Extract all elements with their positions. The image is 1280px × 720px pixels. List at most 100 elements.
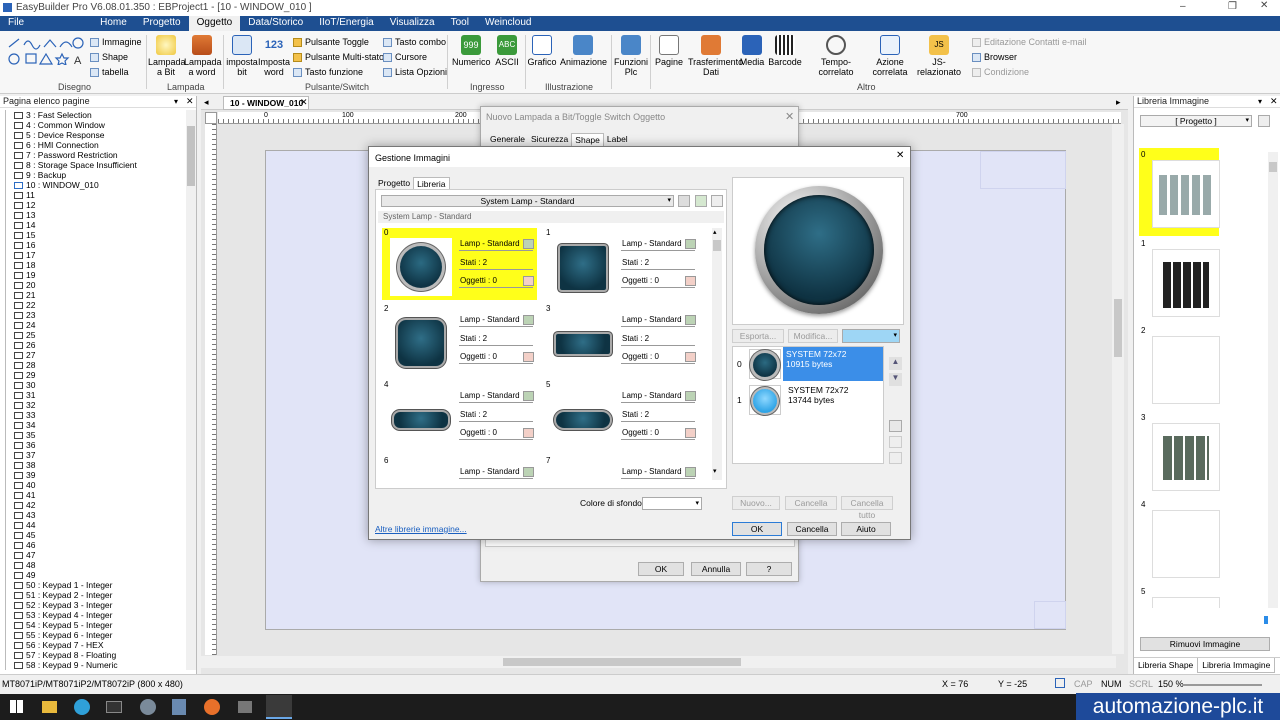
quick-access-toolbar[interactable] — [32, 16, 92, 31]
page-list-item[interactable]: 18 — [0, 260, 186, 270]
page-list-item[interactable]: 30 — [0, 380, 186, 390]
edge-icon[interactable] — [74, 699, 90, 715]
zoom-slider[interactable] — [1182, 684, 1262, 686]
state-row-0[interactable]: 0 SYSTEM 72x72 10915 bytes — [733, 347, 883, 381]
barcode-button[interactable]: Barcode — [768, 35, 802, 67]
thumb-size-slider[interactable] — [1264, 616, 1268, 624]
right-panel-close-icon[interactable]: ✕ — [1270, 96, 1278, 107]
minimize-icon[interactable]: – — [1180, 1, 1186, 12]
page-list-item[interactable]: 32 — [0, 400, 186, 410]
ascii-button[interactable]: ABC ASCII — [492, 35, 522, 67]
page-list-item[interactable]: 4 : Common Window — [0, 120, 186, 130]
grid-scrollbar[interactable]: ▴ ▾ — [712, 228, 722, 480]
page-list-item[interactable]: 3 : Fast Selection — [0, 110, 186, 120]
library-item[interactable]: 0 Lamp - Standard Stati : 2 Oggetti : 0 — [382, 228, 537, 300]
altre-librerie-link[interactable]: Altre librerie immagine... — [375, 524, 467, 534]
imposta-word-button[interactable]: 123 Imposta word — [258, 35, 290, 77]
modifica-button[interactable]: Modifica... — [788, 329, 838, 343]
menu-tool[interactable]: Tool — [443, 16, 477, 31]
object-dialog-help-button[interactable]: ? — [746, 562, 792, 576]
page-list-item[interactable]: 38 — [0, 460, 186, 470]
funzioni-plc-button[interactable]: Funzioni Plc — [614, 35, 648, 77]
shape-button[interactable]: Shape — [90, 52, 128, 62]
rimuovi-immagine-button[interactable]: Rimuovi Immagine — [1140, 637, 1270, 651]
tab-window-010[interactable]: 10 - WINDOW_010 — [223, 96, 309, 110]
page-list-item[interactable]: 17 — [0, 250, 186, 260]
numerico-button[interactable]: 999 Numerico — [452, 35, 491, 67]
tab-scroll-right-icon[interactable]: ▸ — [1116, 97, 1121, 108]
menu-file[interactable]: File — [0, 16, 32, 31]
tab-close-icon[interactable]: ✕ — [300, 97, 308, 108]
edit-icon[interactable] — [685, 239, 696, 249]
edit-icon[interactable] — [523, 315, 534, 325]
page-list-item[interactable]: 58 : Keypad 9 - Numeric — [0, 660, 186, 670]
library-item[interactable]: 4 Lamp - Standard Stati : 2 Oggetti : 0 — [382, 380, 537, 452]
pagine-button[interactable]: Pagine — [652, 35, 686, 67]
aiuto-button[interactable]: Aiuto — [841, 522, 891, 536]
canvas-h-scrollbar[interactable] — [201, 656, 1116, 668]
image-grid[interactable]: 0 Lamp - Standard Stati : 2 Oggetti : 0 1 Lam… — [376, 228, 710, 484]
tempo-correlato-button[interactable]: Tempo-correlato — [804, 35, 868, 77]
canvas-v-scrollbar[interactable] — [1112, 124, 1124, 654]
menu-iiot-energia[interactable]: IIoT/Energia — [311, 16, 381, 31]
sfondo-color-select[interactable]: ▾ — [642, 497, 702, 510]
delete-icon[interactable] — [685, 428, 696, 438]
thumb-2[interactable] — [1152, 336, 1220, 404]
app-icon-1[interactable] — [140, 699, 156, 715]
page-list-item[interactable]: 23 — [0, 310, 186, 320]
page-list-item[interactable]: 51 : Keypad 2 - Integer — [0, 590, 186, 600]
page-list-item[interactable]: 43 — [0, 510, 186, 520]
thumb-list[interactable]: 0 1 2 3 4 5 — [1139, 148, 1268, 608]
page-list-item[interactable]: 55 : Keypad 6 - Integer — [0, 630, 186, 640]
page-list-item[interactable]: 50 : Keypad 1 - Integer — [0, 580, 186, 590]
delete-icon[interactable] — [523, 276, 534, 286]
page-list-item[interactable]: 42 — [0, 500, 186, 510]
page-list-item[interactable]: 8 : Storage Space Insufficient — [0, 160, 186, 170]
menu-oggetto[interactable]: Oggetto — [188, 16, 241, 31]
edit-icon[interactable] — [685, 467, 696, 477]
library-select[interactable]: System Lamp - Standard ▾ — [381, 195, 674, 207]
azione-correlata-button[interactable]: Azione correlata — [870, 35, 910, 77]
page-list-item[interactable]: 53 : Keypad 4 - Integer — [0, 610, 186, 620]
pulsante-multi-stato-button[interactable]: Pulsante Multi-stato — [293, 52, 384, 62]
imposta-bit-button[interactable]: imposta bit — [226, 35, 258, 77]
page-list-item[interactable]: 24 — [0, 320, 186, 330]
state-row-1[interactable]: 1 SYSTEM 72x72 13744 bytes — [733, 383, 883, 417]
page-list-item[interactable]: 13 — [0, 210, 186, 220]
immagine-button[interactable]: Immagine — [90, 37, 142, 47]
page-list-item[interactable]: 34 — [0, 420, 186, 430]
page-list-item[interactable]: 12 — [0, 200, 186, 210]
object-dialog-ok-button[interactable]: OK — [638, 562, 684, 576]
library-item[interactable]: 5 Lamp - Standard Stati : 2 Oggetti : 0 — [544, 380, 699, 452]
cancella-state-button[interactable]: Cancella — [785, 496, 837, 510]
app-icon-3[interactable] — [238, 701, 252, 713]
page-list-item[interactable]: 16 — [0, 240, 186, 250]
tabella-button[interactable]: tabella — [90, 67, 129, 77]
page-list-item[interactable]: 48 — [0, 560, 186, 570]
page-list-item[interactable]: 5 : Device Response — [0, 130, 186, 140]
library-item[interactable]: 2 Lamp - Standard Stati : 2 Oggetti : 0 — [382, 304, 537, 376]
library-item[interactable]: 6 Lamp - Standard — [382, 456, 537, 484]
move-down-icon[interactable]: ▼ — [889, 373, 902, 386]
page-list-item[interactable]: 37 — [0, 450, 186, 460]
terminal-icon[interactable] — [106, 701, 122, 713]
tab-generale[interactable]: Generale — [487, 133, 528, 146]
page-list-item[interactable]: 40 — [0, 480, 186, 490]
add-library-icon[interactable] — [695, 195, 707, 207]
nuovo-button[interactable]: Nuovo... — [732, 496, 780, 510]
page-list-item[interactable]: 6 : HMI Connection — [0, 140, 186, 150]
restore-icon[interactable]: ❐ — [1228, 1, 1237, 12]
page-list-item[interactable]: 46 — [0, 540, 186, 550]
lista-opzioni-button[interactable]: Lista Opzioni — [383, 67, 447, 77]
edit-icon[interactable] — [685, 315, 696, 325]
page-list-item[interactable]: 33 — [0, 410, 186, 420]
page-list-item[interactable]: 47 — [0, 550, 186, 560]
condizione-button[interactable]: Condizione — [972, 67, 1029, 77]
edit-icon[interactable] — [685, 391, 696, 401]
library-source-select[interactable]: [ Progetto ] ▾ — [1140, 115, 1252, 127]
page-list-item[interactable]: 52 : Keypad 3 - Integer — [0, 600, 186, 610]
object-dialog-annulla-button[interactable]: Annulla — [691, 562, 741, 576]
editazione-contatti-button[interactable]: Editazione Contatti e-mail — [972, 37, 1087, 47]
save-icon[interactable] — [1055, 678, 1065, 688]
tab-scroll-left-icon[interactable]: ◂ — [204, 97, 209, 108]
